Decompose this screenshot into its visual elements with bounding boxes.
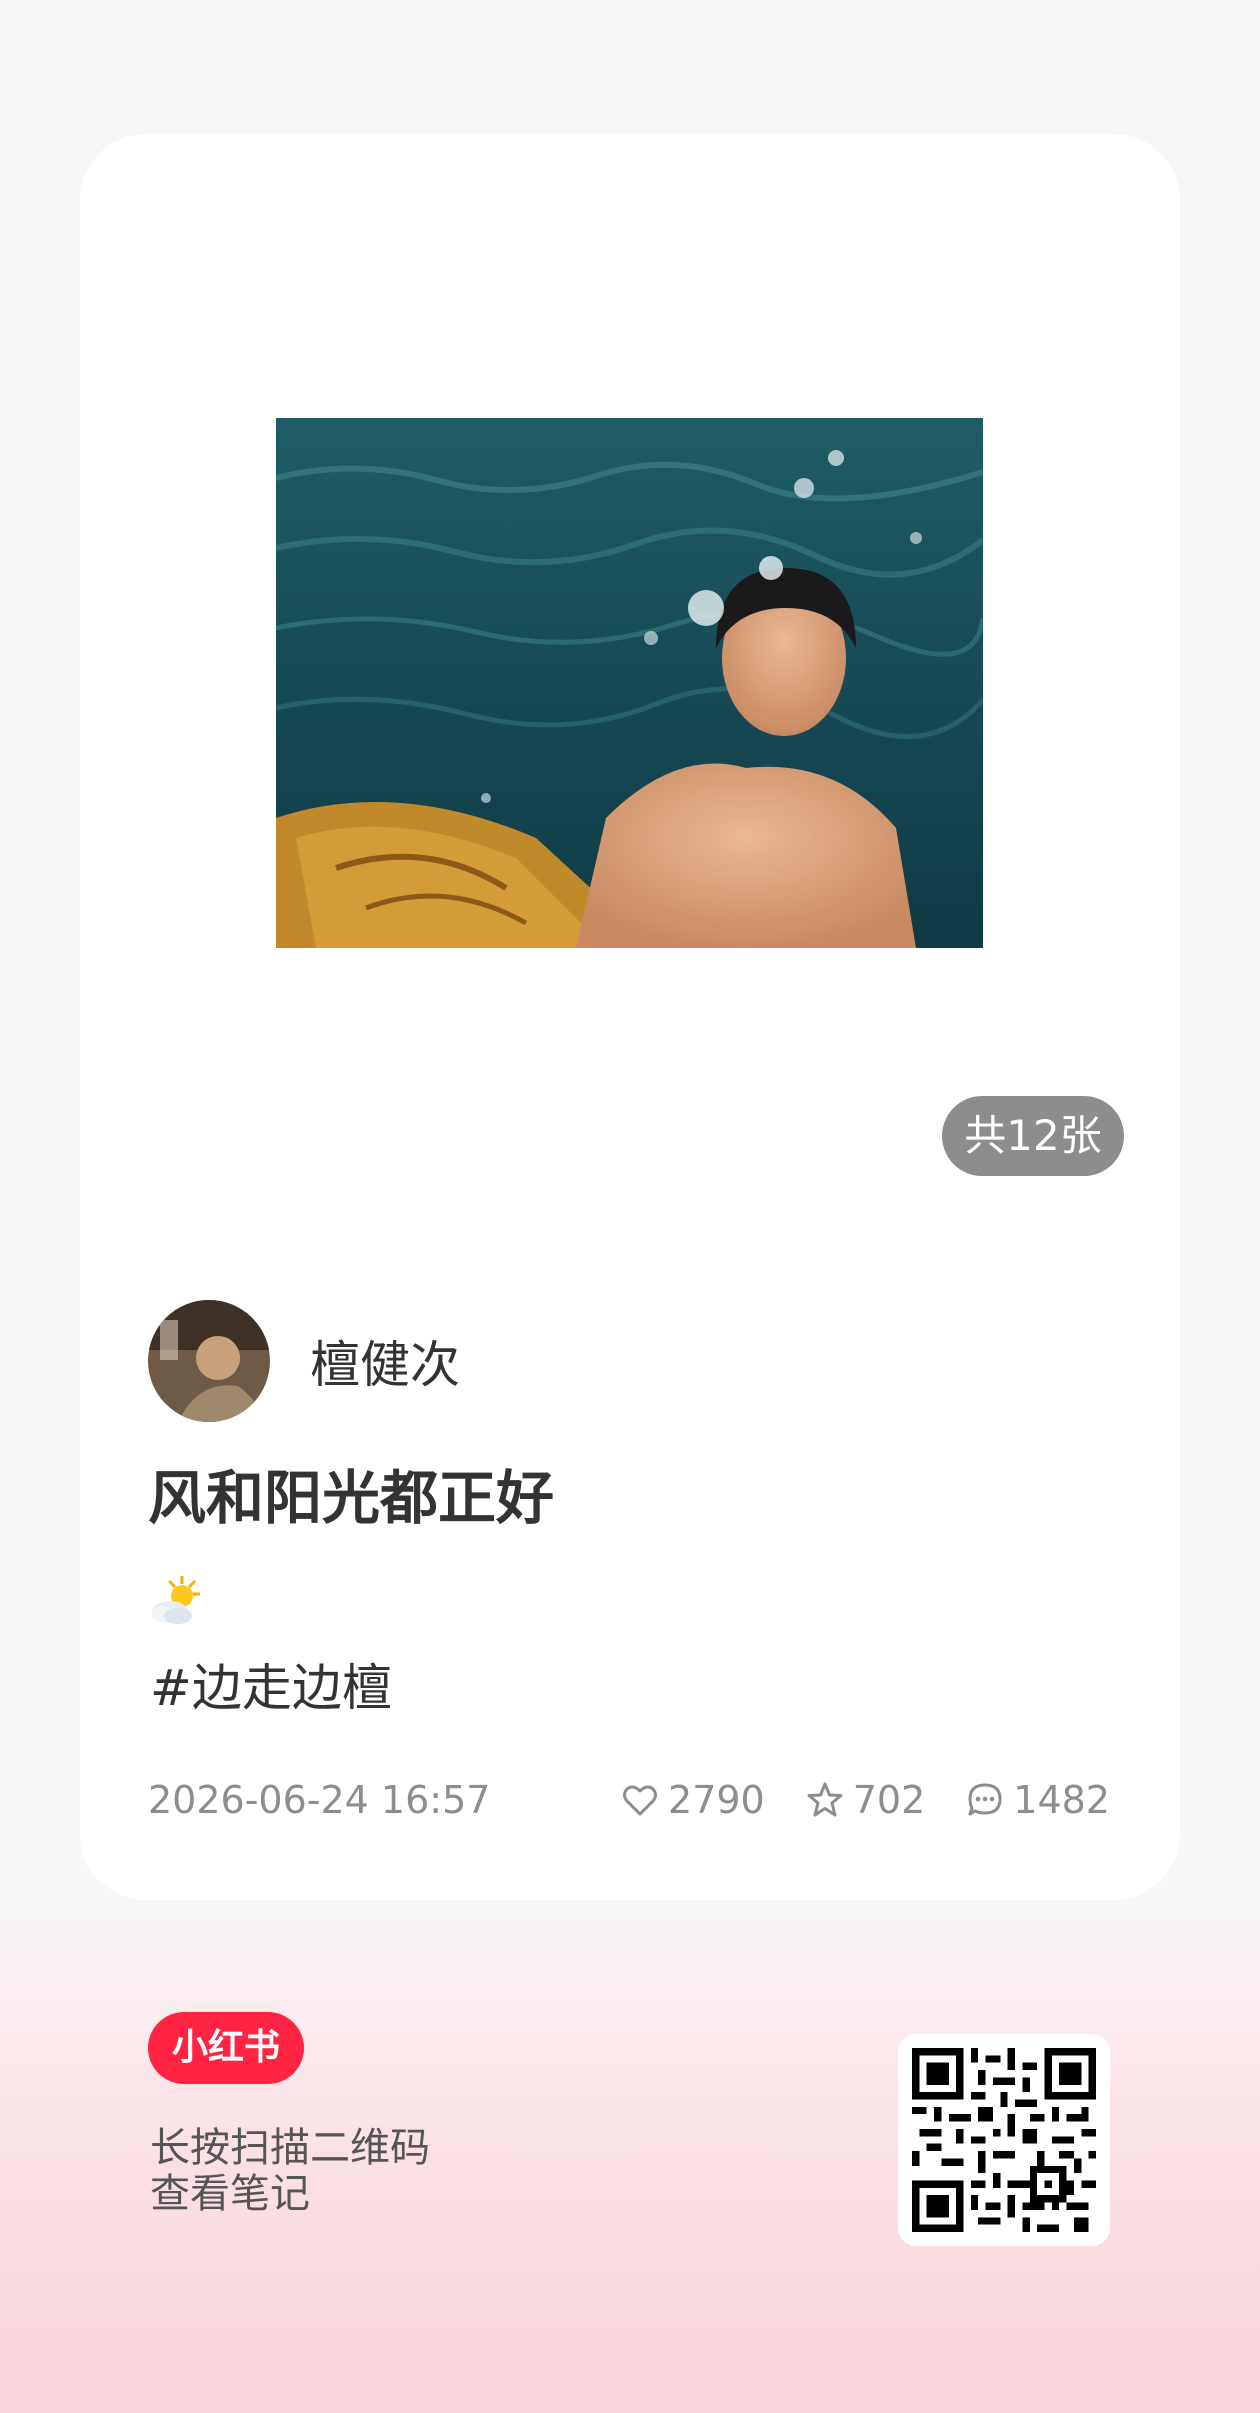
post-date: 2026-06-24 16:57 xyxy=(148,1778,491,1822)
like-stat[interactable]: 2790 xyxy=(620,1778,765,1822)
scan-instruction: 长按扫描二维码 查看笔记 xyxy=(150,2125,430,2217)
qr-code[interactable] xyxy=(898,2034,1110,2246)
collect-stat[interactable]: 702 xyxy=(805,1778,926,1822)
comment-icon xyxy=(968,1783,1002,1816)
photo-count-badge: 共12张 xyxy=(942,1096,1124,1176)
avatar[interactable] xyxy=(148,1300,270,1422)
scan-instruction-line2: 查看笔记 xyxy=(150,2171,310,2217)
meta-row: 2026-06-24 16:57 2790 702 1482 xyxy=(148,1770,1110,1830)
sun-behind-cloud-icon xyxy=(148,1572,206,1630)
hashtag-link[interactable]: #边走边檀 xyxy=(150,1658,392,1718)
note-title: 风和阳光都正好 xyxy=(148,1464,555,1532)
star-icon xyxy=(807,1782,843,1817)
author-name[interactable]: 檀健次 xyxy=(310,1325,460,1397)
like-count: 2790 xyxy=(668,1778,765,1822)
xiaohongshu-logo: 小红书 xyxy=(148,2012,304,2084)
author-row[interactable]: 檀健次 xyxy=(148,1300,460,1422)
scan-instruction-line1: 长按扫描二维码 xyxy=(150,2125,430,2171)
heart-icon xyxy=(623,1785,658,1816)
comment-stat[interactable]: 1482 xyxy=(965,1778,1110,1822)
comment-count: 1482 xyxy=(1013,1778,1110,1822)
note-photo[interactable] xyxy=(276,418,983,948)
note-card: 共12张 檀健次 风和阳光都正好 #边走边檀 2026-06-24 16:57 … xyxy=(80,134,1180,1900)
collect-count: 702 xyxy=(852,1778,926,1822)
